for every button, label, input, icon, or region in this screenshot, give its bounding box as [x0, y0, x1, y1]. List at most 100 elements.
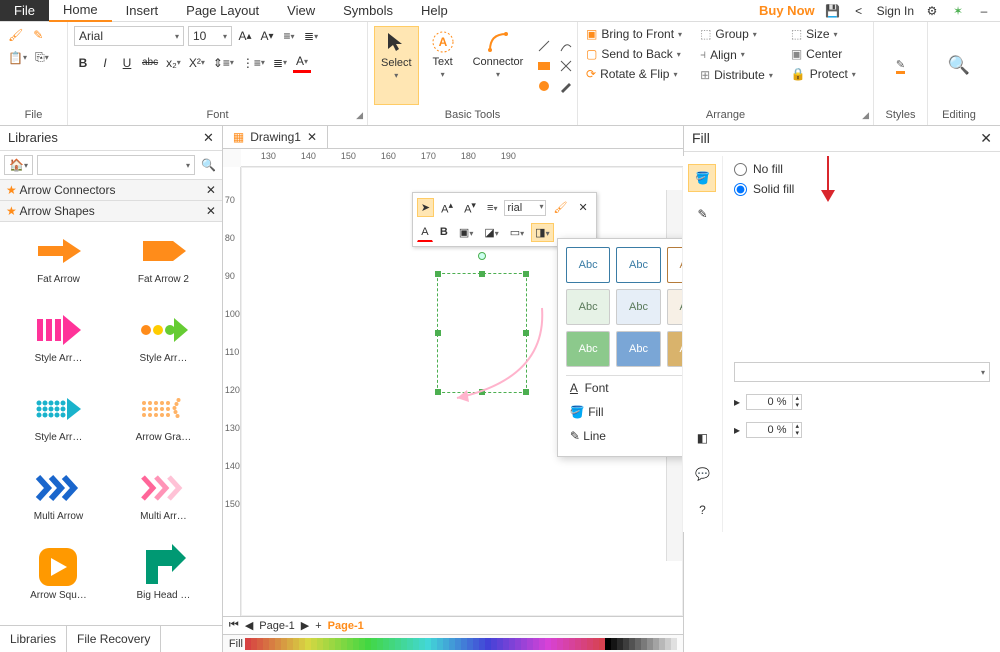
arrange-group-expand-icon[interactable]: ◢ [862, 110, 869, 121]
shape-item[interactable]: Arrow Gra… [113, 388, 214, 459]
rotate-flip-button[interactable]: ⟳Rotate & Flip▾ [584, 66, 684, 82]
format-painter-icon[interactable]: 🖌 [6, 26, 25, 44]
popup-fill-item[interactable]: 🪣 Fill▸ [566, 400, 683, 424]
mini-increase-font-icon[interactable]: A▴ [437, 197, 457, 219]
style-swatch[interactable]: Abc [667, 331, 683, 367]
shape-item[interactable]: Style Arr… [8, 388, 109, 459]
shape-item[interactable]: Multi Arrow [8, 467, 109, 538]
popup-font-item[interactable]: A Font▸ [566, 376, 683, 400]
shape-item[interactable]: Fat Arrow [8, 230, 109, 301]
resize-handle[interactable] [435, 271, 441, 277]
rect-shape-icon[interactable] [535, 57, 553, 75]
page-prev-icon[interactable]: ◀ [245, 619, 253, 632]
indent-icon[interactable]: ≣▾ [271, 54, 289, 72]
close-section-icon[interactable]: ✕ [206, 204, 216, 218]
section-arrow-shapes[interactable]: ★ Arrow Shapes ✕ [0, 201, 222, 222]
mini-decrease-font-icon[interactable]: A▾ [460, 197, 480, 219]
drawn-arrow-shape[interactable] [447, 298, 557, 408]
font-family-select[interactable]: Arial▾ [74, 26, 184, 46]
mini-cursor-icon[interactable]: ➤ [417, 198, 434, 217]
mini-layer-icon[interactable]: ▣▾ [455, 223, 477, 242]
page-next-icon[interactable]: ▶ [301, 619, 309, 632]
font-size-select[interactable]: 10▾ [188, 26, 232, 46]
pencil-shape-icon[interactable] [557, 77, 575, 95]
line-spacing-icon[interactable]: ⇕≡▾ [211, 54, 236, 72]
list-icon[interactable]: ≣▾ [302, 27, 320, 45]
close-section-icon[interactable]: ✕ [206, 183, 216, 197]
library-search-input[interactable]: ▾ [37, 155, 195, 175]
menu-insert[interactable]: Insert [112, 0, 173, 21]
tab-libraries[interactable]: Libraries [0, 626, 67, 652]
style-swatch[interactable]: Abc [616, 247, 660, 283]
tab-file-recovery[interactable]: File Recovery [67, 626, 161, 652]
expand-icon[interactable]: ▸ [734, 423, 740, 437]
pct-input-1[interactable]: 0 %▴▾ [746, 394, 802, 410]
comment-tool-icon[interactable]: 💬 [688, 460, 716, 488]
line-tool-icon[interactable]: ✎ [688, 200, 716, 228]
style-swatch[interactable]: Abc [566, 247, 610, 283]
page-add-icon[interactable]: + [315, 620, 321, 632]
connector-tool[interactable]: Connector▾ [467, 26, 530, 105]
style-swatch[interactable]: Abc [667, 289, 683, 325]
menu-help[interactable]: Help [407, 0, 462, 21]
bold-button[interactable]: B [74, 54, 92, 72]
resize-handle[interactable] [435, 389, 441, 395]
sign-in-link[interactable]: Sign In [877, 4, 914, 18]
editing-button[interactable]: 🔍 [942, 51, 976, 80]
shape-item[interactable]: Arrow Squ… [8, 546, 109, 617]
shape-item[interactable]: Multi Arr… [113, 467, 214, 538]
increase-font-icon[interactable]: A▴ [236, 27, 254, 45]
center-button[interactable]: ▣Center [789, 46, 858, 62]
font-group-expand-icon[interactable]: ◢ [356, 110, 363, 121]
canvas[interactable]: ➤ A▴ A▾ ≡▾ rial▾ 🖌 ✕ A B ▣▾ ◪▾ ▭▾ [241, 167, 683, 616]
no-fill-radio[interactable]: No fill [734, 162, 990, 176]
line-shape-icon[interactable] [535, 37, 553, 55]
circle-shape-icon[interactable] [535, 77, 553, 95]
page-tab-2[interactable]: Page-1 [328, 620, 364, 632]
protect-button[interactable]: 🔒Protect▾ [789, 66, 858, 82]
mini-align-icon[interactable]: ≡▾ [483, 199, 501, 217]
group-button[interactable]: ⬚Group▾ [698, 26, 775, 42]
shape-item[interactable]: Big Head … [113, 546, 214, 617]
shadow-tool-icon[interactable]: ◧ [688, 424, 716, 452]
style-swatch[interactable]: Abc [616, 289, 660, 325]
strike-button[interactable]: abc [140, 54, 160, 72]
buy-now-link[interactable]: Buy Now [759, 3, 815, 18]
size-button[interactable]: ⬚Size▾ [789, 26, 858, 42]
underline-button[interactable]: U [118, 54, 136, 72]
shape-item[interactable]: Style Arr… [8, 309, 109, 380]
close-fill-panel-icon[interactable]: ✕ [980, 130, 992, 147]
send-to-back-button[interactable]: ▢Send to Back▾ [584, 46, 684, 62]
font-color-icon[interactable]: A▾ [293, 52, 311, 73]
close-doc-icon[interactable]: ✕ [307, 130, 317, 144]
section-arrow-connectors[interactable]: ★ Arrow Connectors ✕ [0, 180, 222, 201]
mini-fill-icon[interactable]: ◪▾ [480, 223, 502, 242]
save-icon[interactable]: 💾 [825, 3, 841, 19]
brush-icon[interactable]: ✎ [29, 26, 47, 44]
copy-icon[interactable]: ⎘▾ [33, 48, 51, 67]
minimize-icon[interactable]: – [976, 3, 992, 19]
pct-input-2[interactable]: 0 %▴▾ [746, 422, 802, 438]
resize-handle[interactable] [435, 330, 441, 336]
menu-symbols[interactable]: Symbols [329, 0, 407, 21]
color-select[interactable]: ▾ [734, 362, 990, 382]
style-swatch[interactable]: Abc [667, 247, 683, 283]
mini-line-icon[interactable]: ▭▾ [506, 223, 528, 242]
superscript-icon[interactable]: X²▾ [187, 54, 207, 72]
style-swatch[interactable]: Abc [566, 289, 610, 325]
share-icon[interactable]: < [851, 3, 867, 19]
align-icon[interactable]: ≡▾ [280, 27, 298, 45]
menu-page-layout[interactable]: Page Layout [172, 0, 273, 21]
library-home-button[interactable]: 🏠▾ [4, 155, 33, 175]
bring-to-front-button[interactable]: ▣Bring to Front▾ [584, 26, 684, 42]
align-button[interactable]: ⫞Align▾ [698, 46, 775, 63]
mini-close-icon[interactable]: ✕ [574, 198, 591, 217]
mini-font-color-icon[interactable]: A [417, 223, 433, 242]
decrease-font-icon[interactable]: A▾ [258, 27, 276, 45]
page-first-icon[interactable]: ⏮ [229, 619, 239, 632]
file-menu[interactable]: File [0, 0, 49, 21]
resize-handle[interactable] [523, 271, 529, 277]
shape-item[interactable]: Style Arr… [113, 309, 214, 380]
mini-bold-icon[interactable]: B [436, 223, 452, 241]
text-tool[interactable]: A Text▾ [425, 26, 461, 105]
